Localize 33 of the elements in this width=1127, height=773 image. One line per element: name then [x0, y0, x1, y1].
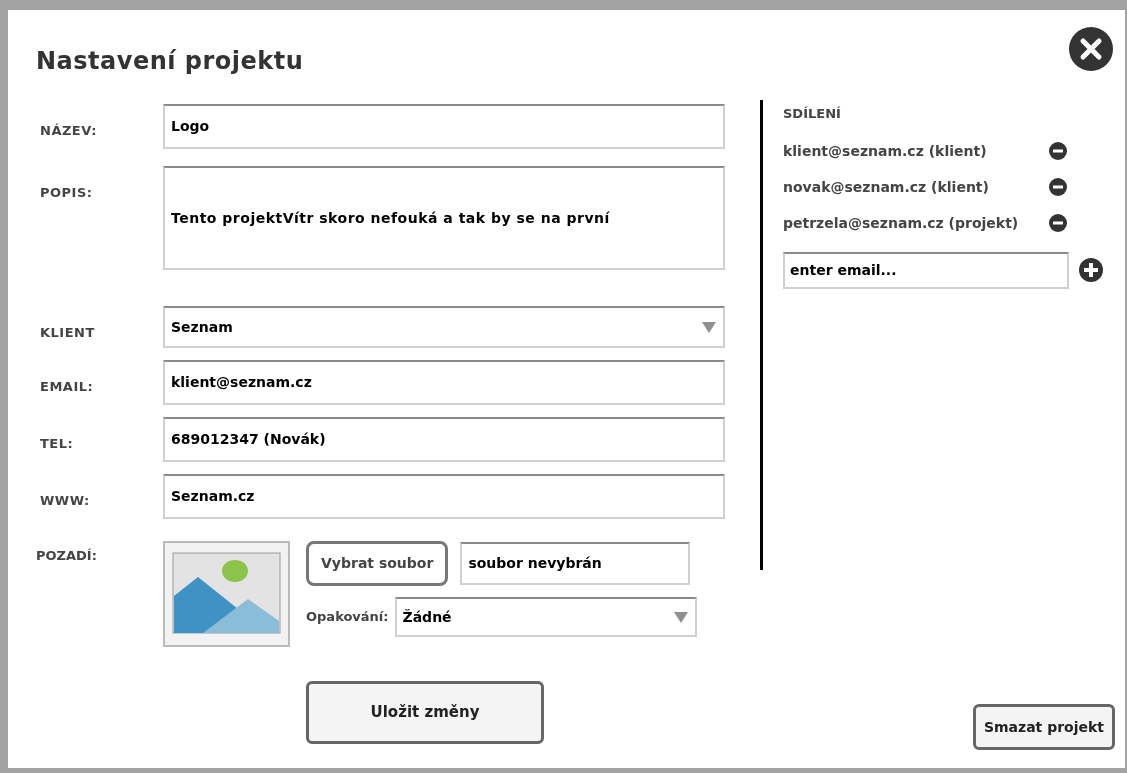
email-input[interactable]: enter email... [783, 251, 1069, 289]
minus-icon[interactable] [1049, 213, 1067, 232]
shared-user-email: klient@seznam.cz (klient) [783, 141, 988, 161]
dropdown-arrow-icon [672, 610, 689, 624]
shared-user-email: petrzela@seznam.cz (projekt) [783, 213, 1020, 233]
shared-user-email: novak@seznam.cz (klient) [783, 177, 990, 197]
file-status-field: soubor nevybrán [460, 542, 691, 585]
minus-icon[interactable] [1049, 141, 1067, 160]
description-field[interactable]: Tento projektVítr skoro nefouká a tak by se na první [163, 166, 725, 270]
input-field[interactable]: Seznam.cz [163, 474, 725, 519]
choose-file-button[interactable]: Vybrat soubor [306, 541, 449, 586]
dropdown-arrow-icon [701, 320, 717, 334]
field-label: TEL: [40, 436, 74, 451]
delete-project-button[interactable]: Smazat projekt [972, 704, 1115, 750]
minus-icon[interactable] [1049, 177, 1067, 196]
repeat-dropdown[interactable]: Žádné [394, 597, 697, 637]
field-label: POPIS: [40, 185, 93, 200]
add-icon[interactable] [1079, 258, 1103, 282]
field-label: POZADÍ: [36, 548, 97, 563]
field-label: WWW: [40, 493, 90, 508]
field-label: EMAIL: [40, 379, 94, 394]
close-icon[interactable] [1069, 27, 1113, 71]
input-field[interactable]: klient@seznam.cz [163, 360, 725, 405]
section-title: SDÍLENÍ [783, 105, 841, 123]
client-dropdown[interactable]: Seznam [163, 306, 725, 348]
field-label: KLIENT [40, 325, 95, 340]
input-field[interactable]: Logo [163, 104, 725, 149]
save-button[interactable]: Uložit změny [306, 681, 544, 744]
window-title: Nastavení projektu [36, 46, 305, 77]
repeat-label: Opakování: [306, 608, 389, 627]
field-label: NÁZEV: [40, 123, 97, 138]
input-field[interactable]: 689012347 (Novák) [163, 417, 725, 462]
image-placeholder-icon [163, 541, 290, 647]
